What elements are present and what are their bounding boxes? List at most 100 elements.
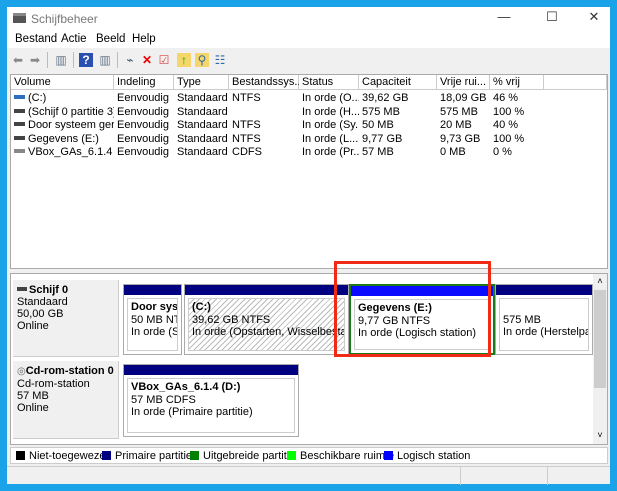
col-type[interactable]: Type	[174, 75, 229, 90]
cell-text: In orde (Pr...	[302, 146, 359, 158]
partition-system-reserved[interactable]: Door syste50 MB NTFSIn orde (Sys	[123, 284, 182, 355]
table-cell: 18,09 GB	[437, 91, 490, 105]
cell-text: 20 MB	[440, 119, 472, 131]
col-volume[interactable]: Volume	[11, 75, 114, 90]
table-cell: 100 %	[490, 105, 544, 119]
drive-icon	[14, 122, 25, 126]
table-cell	[229, 105, 299, 119]
cell-text: In orde (O...	[302, 92, 359, 104]
back-icon[interactable]: ⬅	[11, 53, 25, 67]
partition-c[interactable]: (C:) 39,62 GB NTFS In orde (Opstarten, Wis…	[184, 284, 349, 355]
forward-icon[interactable]: ➡	[28, 53, 42, 67]
disk-type: Cd-rom-station	[17, 378, 90, 390]
show-hide-console-icon[interactable]: ▥	[54, 53, 68, 67]
table-cell: In orde (H...	[299, 105, 359, 119]
separator	[47, 52, 48, 68]
list-view-icon[interactable]: ☷	[213, 53, 227, 67]
cell-text: NTFS	[232, 92, 261, 104]
table-cell: 40 %	[490, 118, 544, 132]
minimize-button[interactable]: —	[489, 9, 519, 27]
connect-drive-icon[interactable]: ⌁	[123, 53, 137, 67]
cell-text: Standaard	[177, 119, 228, 131]
toolbar: ⬅ ➡ ▥ ? ▥ ⌁ ✕ ☑ ↑ ⚲ ☷	[7, 48, 610, 72]
maximize-button[interactable]: ☐	[537, 9, 567, 27]
table-cell: Door systeem gere...	[11, 118, 114, 132]
table-cell: CDFS	[229, 145, 299, 159]
primary-partition-bar	[124, 365, 298, 375]
table-cell: Standaard	[174, 118, 229, 132]
table-cell: 9,73 GB	[437, 132, 490, 146]
cell-text: Door systeem gere...	[28, 119, 114, 131]
scroll-down-icon[interactable]: ˅	[593, 430, 607, 440]
cell-text: 575 MB	[440, 105, 478, 118]
table-cell: 57 MB	[359, 145, 437, 159]
cell-text: Standaard	[177, 105, 228, 118]
table-cell: In orde (L...	[299, 132, 359, 146]
disk-size: 57 MB	[17, 390, 49, 402]
disk-0-label[interactable]: Schijf 0 Standaard 50,00 GB Online	[13, 280, 119, 357]
action-pane-icon[interactable]: ▥	[98, 53, 112, 67]
table-cell: 0 %	[490, 145, 544, 159]
partition-name: (C:)	[192, 301, 211, 313]
title-bar: Schijfbeheer — ☐ ✕	[7, 7, 610, 30]
menu-beeld[interactable]: Beeld	[96, 33, 125, 45]
cell-text: 18,09 GB	[440, 92, 487, 104]
table-cell: 575 MB	[359, 105, 437, 119]
cell-text: 57 MB	[362, 146, 394, 158]
table-cell: 39,62 GB	[359, 91, 437, 105]
partition-size: 50 MB NTFS	[131, 313, 177, 326]
primary-partition-bar	[496, 285, 592, 295]
table-cell: Standaard	[174, 91, 229, 105]
scrollbar-thumb[interactable]	[594, 290, 606, 388]
partition-status: In orde (Primaire partitie)	[131, 406, 253, 418]
drive-icon	[14, 95, 25, 99]
menu-actie[interactable]: Actie	[61, 33, 87, 45]
folder-search-icon[interactable]: ⚲	[195, 53, 209, 67]
col-indeling[interactable]: Indeling	[114, 75, 174, 90]
primary-partition-bar	[124, 285, 181, 295]
table-cell: 20 MB	[437, 118, 490, 132]
col-free-space[interactable]: Vrije rui...	[437, 75, 490, 90]
properties-icon[interactable]: ☑	[157, 53, 171, 67]
partition-name: VBox_GAs_6.1.4 (D:)	[131, 381, 241, 393]
col-filesystem[interactable]: Bestandssys...	[229, 75, 304, 90]
vertical-scrollbar[interactable]: ˄ ˅	[593, 274, 607, 444]
cell-text: Eenvoudig	[117, 105, 169, 118]
window-title: Schijfbeheer	[31, 12, 98, 26]
help-icon[interactable]: ?	[79, 53, 93, 67]
primary-partition-bar	[185, 285, 348, 295]
table-cell: 9,77 GB	[359, 132, 437, 146]
table-cell: In orde (Pr...	[299, 145, 359, 159]
col-status[interactable]: Status	[299, 75, 359, 90]
drive-icon	[14, 108, 25, 113]
partition-d-vbox[interactable]: VBox_GAs_6.1.4 (D:) 57 MB CDFS In orde (Pr…	[123, 364, 299, 437]
scroll-up-icon[interactable]: ˄	[593, 276, 607, 286]
cdrom-icon: ◎	[17, 366, 26, 377]
disk-name: Cd-rom-station 0	[25, 365, 114, 377]
partition-size: 57 MB CDFS	[131, 393, 196, 406]
volume-list: Volume Indeling Type Bestandssys... Stat…	[10, 74, 608, 269]
cell-text: 50 MB	[362, 119, 394, 131]
partition-recovery[interactable]: 575 MBIn orde (Herstelpartit	[495, 284, 593, 355]
partition-status: In orde (Herstelpartit	[503, 326, 588, 338]
legend-logical: Logisch station	[384, 450, 470, 462]
disk-state: Online	[17, 320, 49, 332]
col-capacity[interactable]: Capaciteit	[359, 75, 437, 90]
cell-text: Standaard	[177, 92, 228, 104]
partition-size: 39,62 GB NTFS	[192, 313, 271, 326]
partition-size: 575 MB	[503, 313, 541, 326]
close-button[interactable]: ✕	[579, 9, 609, 27]
folder-up-icon[interactable]: ↑	[177, 53, 191, 67]
table-cell: Eenvoudig	[114, 145, 174, 159]
table-cell: NTFS	[229, 118, 299, 132]
col-percent-free[interactable]: % vrij	[490, 75, 544, 90]
cell-text: CDFS	[232, 146, 262, 158]
delete-icon[interactable]: ✕	[140, 53, 154, 67]
menu-help[interactable]: Help	[132, 33, 156, 45]
cdrom-0-label[interactable]: ◎Cd-rom-station 0 Cd-rom-station 57 MB O…	[13, 361, 119, 439]
separator	[73, 52, 74, 68]
table-cell: NTFS	[229, 91, 299, 105]
cell-text: In orde (H...	[302, 105, 359, 118]
partition-status: In orde (Opstarten, Wisselbestand, C	[192, 326, 344, 338]
menu-bestand[interactable]: Bestand	[15, 33, 57, 45]
